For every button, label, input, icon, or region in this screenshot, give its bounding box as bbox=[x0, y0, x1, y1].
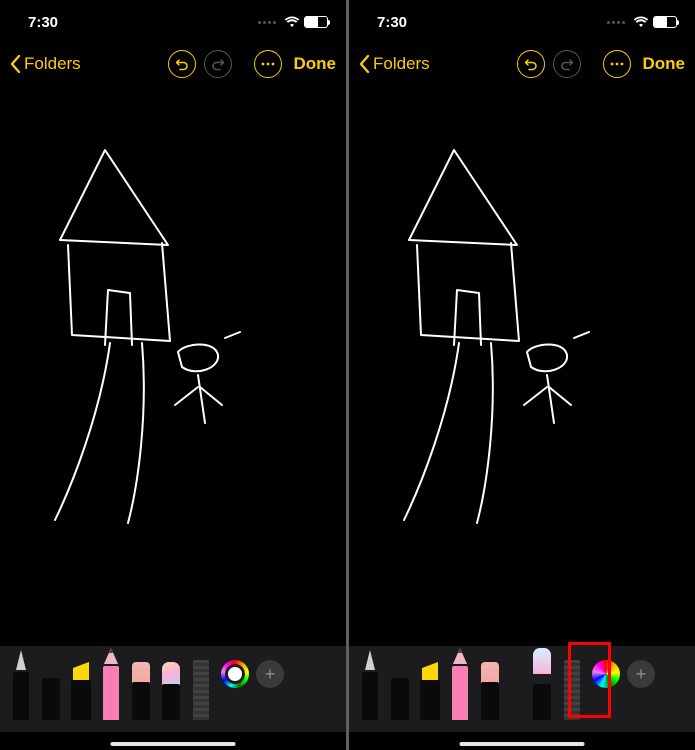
wifi-icon bbox=[284, 16, 300, 28]
back-label: Folders bbox=[373, 54, 430, 74]
pen-tool[interactable] bbox=[357, 650, 383, 720]
redo-icon bbox=[560, 57, 574, 71]
marker-tool[interactable] bbox=[38, 662, 64, 720]
screenshot-right: 7:30 59 Folders Done bbox=[349, 0, 695, 750]
pen-tool[interactable] bbox=[8, 650, 34, 720]
paint-tool[interactable] bbox=[158, 662, 184, 720]
status-time: 7:30 bbox=[377, 14, 407, 31]
status-right-cluster: 59 bbox=[607, 16, 677, 28]
marker-tool[interactable] bbox=[387, 662, 413, 720]
ellipsis-icon bbox=[610, 62, 624, 66]
pagination-dots bbox=[258, 21, 276, 24]
pencil-tool[interactable] bbox=[98, 650, 124, 720]
nav-bar: Folders Done bbox=[349, 42, 695, 86]
screenshot-left: 7:30 59 Folders Done bbox=[0, 0, 346, 750]
more-button[interactable] bbox=[603, 50, 631, 78]
wifi-icon bbox=[633, 16, 649, 28]
highlighter-tool[interactable] bbox=[417, 662, 443, 720]
undo-icon bbox=[524, 57, 538, 71]
chevron-left-icon bbox=[10, 55, 21, 73]
battery-percentage: 59 bbox=[305, 17, 327, 27]
tools-toolbar: + bbox=[0, 646, 346, 732]
status-bar: 7:30 59 bbox=[0, 0, 346, 38]
add-tool-button[interactable]: + bbox=[256, 660, 284, 688]
chevron-left-icon bbox=[359, 55, 370, 73]
undo-button[interactable] bbox=[517, 50, 545, 78]
redo-button[interactable] bbox=[204, 50, 232, 78]
undo-icon bbox=[175, 57, 189, 71]
drawing-canvas[interactable] bbox=[349, 100, 695, 630]
status-time: 7:30 bbox=[28, 14, 58, 31]
eraser-tool[interactable] bbox=[477, 662, 503, 720]
pencil-tool[interactable] bbox=[447, 650, 473, 720]
done-button[interactable]: Done bbox=[643, 54, 686, 74]
plus-icon: + bbox=[265, 664, 276, 685]
home-indicator[interactable] bbox=[111, 742, 236, 746]
pagination-dots bbox=[607, 21, 625, 24]
tools-toolbar: + bbox=[349, 646, 695, 732]
status-right-cluster: 59 bbox=[258, 16, 328, 28]
undo-button[interactable] bbox=[168, 50, 196, 78]
eraser-tool[interactable] bbox=[128, 662, 154, 720]
back-button[interactable]: Folders bbox=[10, 54, 81, 74]
back-label: Folders bbox=[24, 54, 81, 74]
highlighter-tool[interactable] bbox=[68, 662, 94, 720]
done-button[interactable]: Done bbox=[294, 54, 337, 74]
battery-icon: 59 bbox=[653, 16, 677, 28]
redo-icon bbox=[211, 57, 225, 71]
ellipsis-icon bbox=[261, 62, 275, 66]
more-button[interactable] bbox=[254, 50, 282, 78]
ruler-tool[interactable] bbox=[559, 650, 585, 720]
back-button[interactable]: Folders bbox=[359, 54, 430, 74]
home-indicator[interactable] bbox=[460, 742, 585, 746]
color-picker-button[interactable] bbox=[592, 660, 620, 688]
status-bar: 7:30 59 bbox=[349, 0, 695, 38]
color-picker-button[interactable] bbox=[221, 660, 249, 688]
ruler-tool[interactable] bbox=[188, 650, 214, 720]
battery-percentage: 59 bbox=[654, 17, 676, 27]
paint-tool[interactable] bbox=[529, 648, 555, 720]
plus-icon: + bbox=[636, 664, 647, 685]
drawing-canvas[interactable] bbox=[0, 100, 346, 630]
battery-icon: 59 bbox=[304, 16, 328, 28]
add-tool-button[interactable]: + bbox=[627, 660, 655, 688]
nav-bar: Folders Done bbox=[0, 42, 346, 86]
redo-button[interactable] bbox=[553, 50, 581, 78]
